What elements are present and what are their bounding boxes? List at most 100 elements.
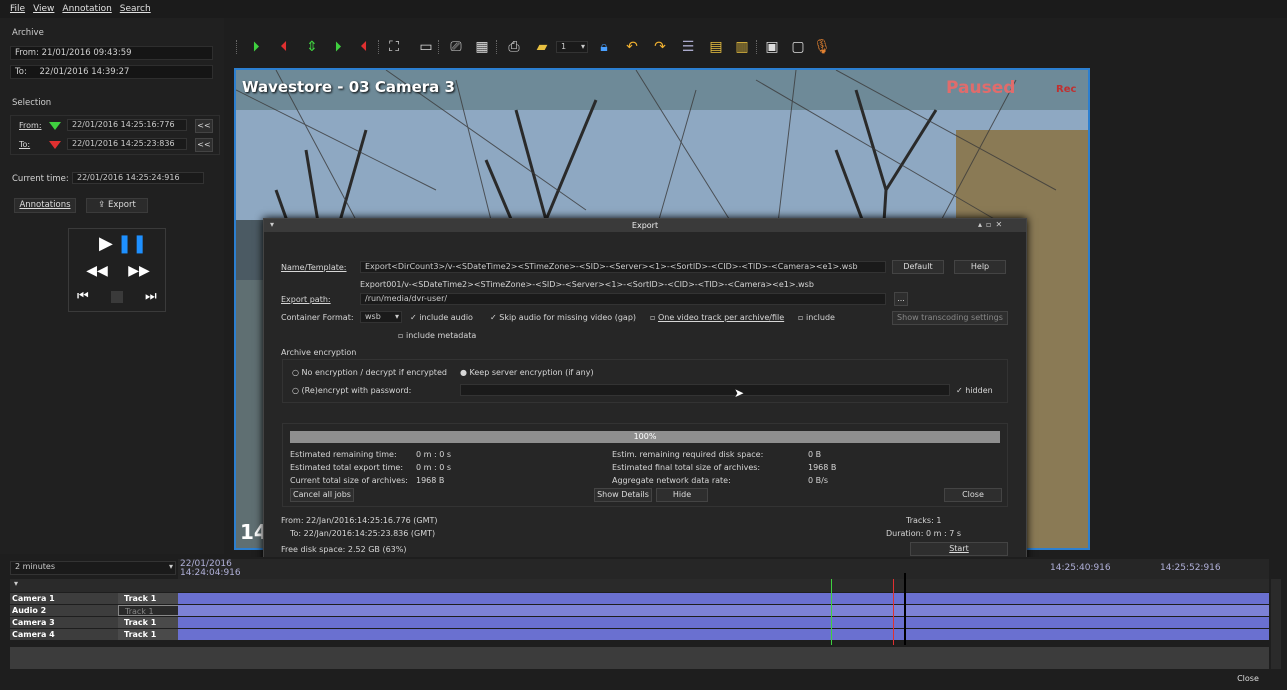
export-from-text: From: 22/Jan/2016:14:25:16.776 (GMT)	[281, 516, 438, 525]
show-details-button[interactable]: Show Details	[594, 488, 652, 502]
fast-forward-icon[interactable]: ▶▶	[121, 263, 157, 281]
start-button[interactable]: Start	[910, 542, 1008, 556]
set-start-icon[interactable]: ⏵	[328, 37, 348, 57]
one-track-checkbox[interactable]: ▫ One video track per archive/file	[650, 313, 784, 322]
export-to-text: To: 22/Jan/2016:14:25:23.836 (GMT)	[290, 529, 436, 538]
menu-annotation[interactable]: Annotation	[62, 4, 111, 14]
keep-encryption-label: Keep server encryption (if any)	[469, 368, 594, 377]
one-track-label: One video track per archive/file	[657, 313, 785, 322]
undo-arrow-icon[interactable]: ↶	[622, 37, 642, 57]
keep-encryption-radio[interactable]: ● Keep server encryption (if any)	[460, 368, 594, 377]
stop-icon[interactable]	[111, 291, 123, 303]
track-bar	[178, 617, 1269, 628]
export-path-input[interactable]: /run/media/dvr-user/	[360, 293, 886, 305]
export-icon: ⇪	[98, 200, 106, 210]
tracks-text: Tracks: 1	[906, 516, 942, 525]
include-metadata-label: include metadata	[405, 331, 477, 340]
grid-icon[interactable]: ▦	[472, 37, 492, 57]
display-icon[interactable]: ⎚	[446, 37, 466, 57]
show-transcoding-button[interactable]: Show transcoding settings	[892, 311, 1008, 325]
current-time-input[interactable]: 22/01/2016 14:25:24:916	[72, 172, 204, 184]
export-progress-bar: 100%	[290, 431, 1000, 443]
skip-start-icon[interactable]: ⏮	[77, 289, 89, 304]
redo-arrow-icon[interactable]: ↷	[650, 37, 670, 57]
columns-icon[interactable]: ▥	[732, 37, 752, 57]
archive-to-value: 22/01/2016 14:39:27	[39, 67, 130, 77]
cancel-all-jobs-button[interactable]: Cancel all jobs	[290, 488, 354, 502]
selection-to-label: To:	[19, 140, 31, 149]
playhead[interactable]	[904, 573, 906, 645]
collapse-icon[interactable]: ▾	[14, 579, 18, 588]
goto-start-marker-icon[interactable]: ⏵	[246, 37, 266, 57]
left-panel: Archive From: 21/01/2016 09:43:59 To: 22…	[0, 18, 224, 554]
chevron-down-icon: ▾	[580, 42, 585, 51]
play-icon[interactable]: ▶	[99, 233, 113, 254]
snapshot-icon[interactable]: ⎙	[504, 37, 524, 57]
menu-view[interactable]: View	[33, 4, 54, 14]
selection-from-input[interactable]: 22/01/2016 14:25:16:776	[67, 119, 187, 131]
layout-icon[interactable]: ▤	[706, 37, 726, 57]
no-encryption-radio[interactable]: ○ No encryption / decrypt if encrypted	[292, 368, 447, 377]
microphone-icon[interactable]: 🎙︎	[812, 37, 832, 57]
export-dialog-title: Export	[264, 219, 1026, 232]
hidden-checkbox[interactable]: ✓ hidden	[956, 386, 993, 395]
menu-search[interactable]: Search	[120, 4, 151, 14]
selection-to-input[interactable]: 22/01/2016 14:25:23:836	[67, 138, 187, 150]
video-rec-indicator: Rec	[1056, 84, 1077, 95]
menu-file[interactable]: File	[10, 4, 25, 14]
split-marker-icon[interactable]: ⇕	[302, 37, 322, 57]
camera-icon[interactable]: ▣	[762, 37, 782, 57]
export-button[interactable]: ⇪ Export	[86, 198, 148, 213]
container-format-label: Container Format:	[281, 313, 354, 322]
window-controls-icon[interactable]: ▴▫✕	[978, 220, 1006, 229]
skip-end-icon[interactable]: ⏭	[145, 289, 157, 304]
include-checkbox[interactable]: ▫ include	[798, 313, 835, 322]
selection-to-rewind-button[interactable]: <<	[195, 138, 213, 152]
skip-audio-checkbox[interactable]: ✓ Skip audio for missing video (gap)	[490, 313, 636, 322]
menu-bar: File View Annotation Search	[0, 0, 1287, 18]
annotations-button[interactable]: Annotations	[14, 198, 76, 213]
password-input[interactable]	[460, 384, 950, 396]
selection-from-rewind-button[interactable]: <<	[195, 119, 213, 133]
track-row-camera-1[interactable]: Camera 1 Track 1	[10, 593, 1269, 604]
close-button[interactable]: Close	[1226, 672, 1270, 686]
set-end-icon[interactable]: ⏴	[354, 37, 374, 57]
selection-start-marker[interactable]	[831, 579, 832, 645]
hide-button[interactable]: Hide	[656, 488, 708, 502]
rewind-icon[interactable]: ◀◀	[79, 263, 115, 281]
reencrypt-radio[interactable]: ○ (Re)encrypt with password:	[292, 386, 411, 395]
zoom-select[interactable]: 1 ▾	[556, 41, 588, 53]
window-icon[interactable]: ▢	[788, 37, 808, 57]
include-audio-checkbox[interactable]: ✓ include audio	[410, 313, 473, 322]
timeline-panel: 2 minutes ▾ 22/01/2016 14:24:04:916 14:2…	[0, 557, 1287, 690]
timeline-ruler[interactable]: 22/01/2016 14:24:04:916 14:25:40:916 14:…	[178, 559, 1269, 579]
pause-icon[interactable]: ❚❚	[117, 233, 147, 254]
list-icon[interactable]: ☰	[678, 37, 698, 57]
container-format-select[interactable]: wsb ▾	[360, 311, 402, 323]
folder-icon[interactable]: ▰	[532, 37, 552, 57]
browse-button[interactable]: ...	[894, 292, 908, 306]
est-disk-label: Estim. remaining required disk space:	[612, 450, 764, 459]
timeline-scrollbar[interactable]	[1271, 579, 1281, 669]
current-size-label: Current total size of archives:	[290, 476, 408, 485]
track-row-camera-3[interactable]: Camera 3 Track 1	[10, 617, 1269, 628]
timeline-range-select[interactable]: 2 minutes ▾	[10, 561, 176, 575]
monitor-icon[interactable]: ▭	[416, 37, 436, 57]
timeline-tick-2: 14:25:52:916	[1160, 563, 1221, 573]
dialog-menu-icon[interactable]: ▾	[270, 220, 274, 229]
default-button[interactable]: Default	[892, 260, 944, 274]
name-template-input[interactable]: Export<DirCount3>/v-<SDateTime2><STimeZo…	[360, 261, 886, 273]
track-row-camera-4[interactable]: Camera 4 Track 1	[10, 629, 1269, 640]
selection-end-marker[interactable]	[893, 579, 894, 645]
track-name: Audio 2	[10, 605, 118, 616]
include-metadata-checkbox[interactable]: ▫ include metadata	[398, 331, 476, 340]
fullscreen-icon[interactable]: ⛶	[384, 37, 404, 57]
close-dialog-button[interactable]: Close	[944, 488, 1002, 502]
lock-icon[interactable]: 🔒︎	[594, 37, 614, 57]
chevron-down-icon: ▾	[168, 562, 173, 571]
include-audio-label: include audio	[419, 313, 473, 322]
goto-end-marker-icon[interactable]: ⏴	[274, 37, 294, 57]
track-row-audio-2[interactable]: Audio 2 Track 1	[10, 605, 1269, 616]
help-button[interactable]: Help	[954, 260, 1006, 274]
export-button-label: Export	[108, 200, 136, 210]
